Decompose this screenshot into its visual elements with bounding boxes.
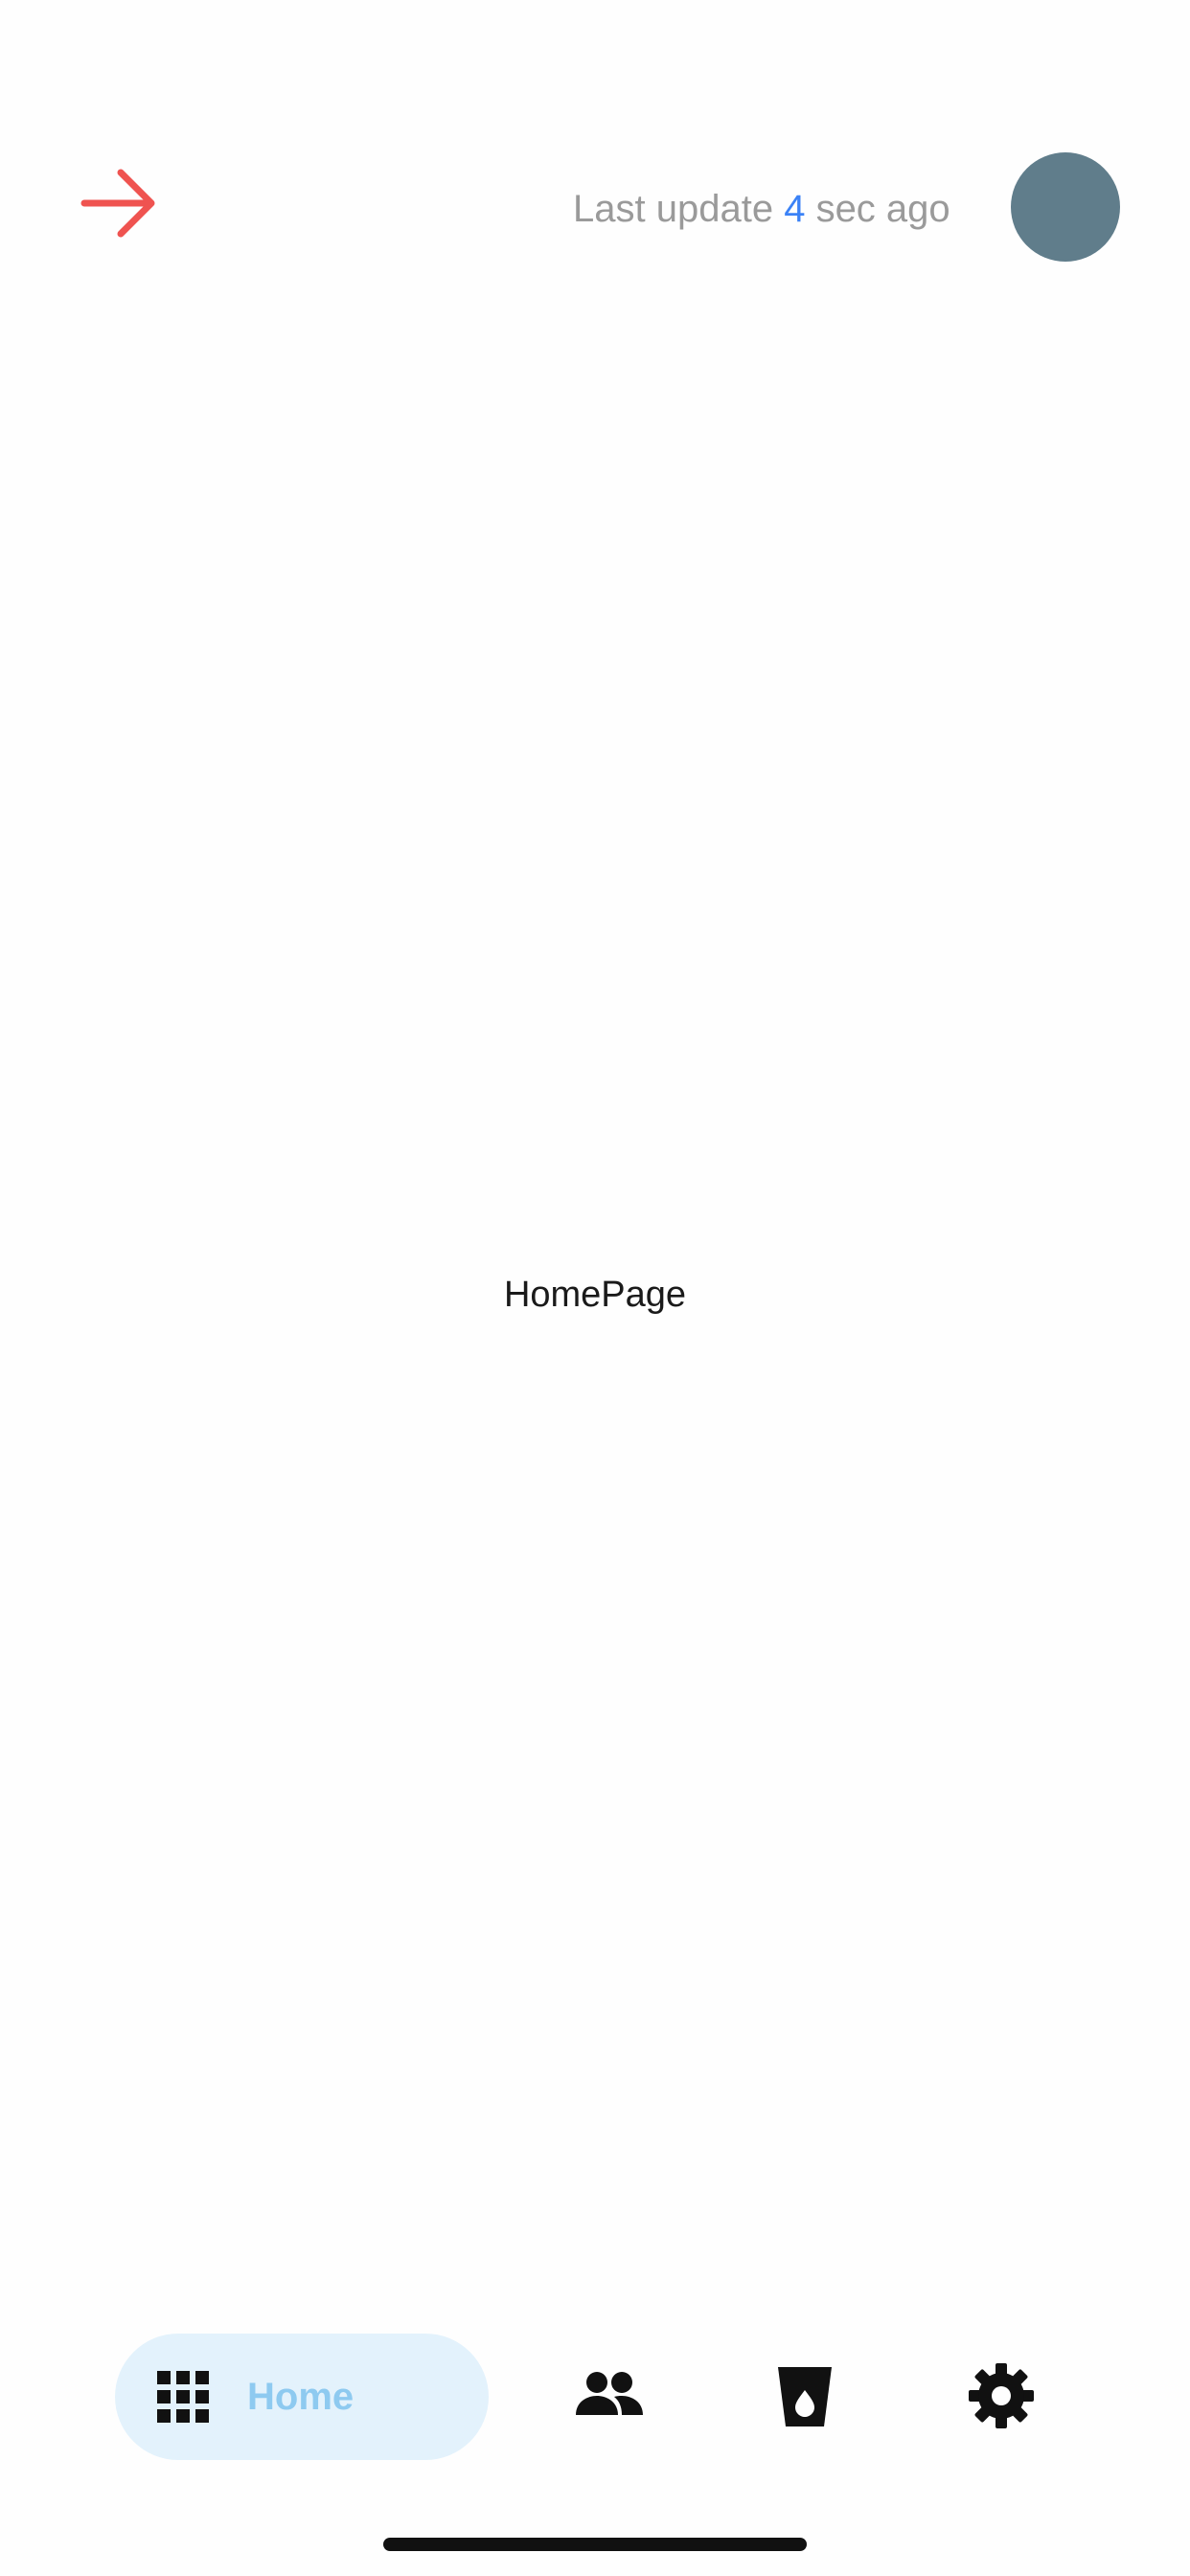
last-update-prefix: Last update <box>573 188 774 230</box>
grid-icon <box>157 2371 209 2423</box>
people-icon[interactable] <box>570 2358 647 2434</box>
last-update-suffix: sec ago <box>815 188 950 230</box>
last-update-status: Last update 4 sec ago <box>573 180 950 238</box>
arrow-right-icon[interactable] <box>80 165 159 242</box>
nav-item-home-label: Home <box>247 2375 355 2418</box>
avatar[interactable] <box>1011 152 1120 262</box>
page-title: HomePage <box>503 1275 687 1315</box>
gear-icon[interactable] <box>963 2358 1040 2434</box>
bottom-nav: Home <box>0 2319 1190 2472</box>
home-indicator[interactable] <box>383 2538 807 2551</box>
cup-drop-icon[interactable] <box>767 2358 843 2434</box>
nav-item-home[interactable]: Home <box>115 2334 489 2460</box>
last-update-count: 4 <box>784 188 806 230</box>
